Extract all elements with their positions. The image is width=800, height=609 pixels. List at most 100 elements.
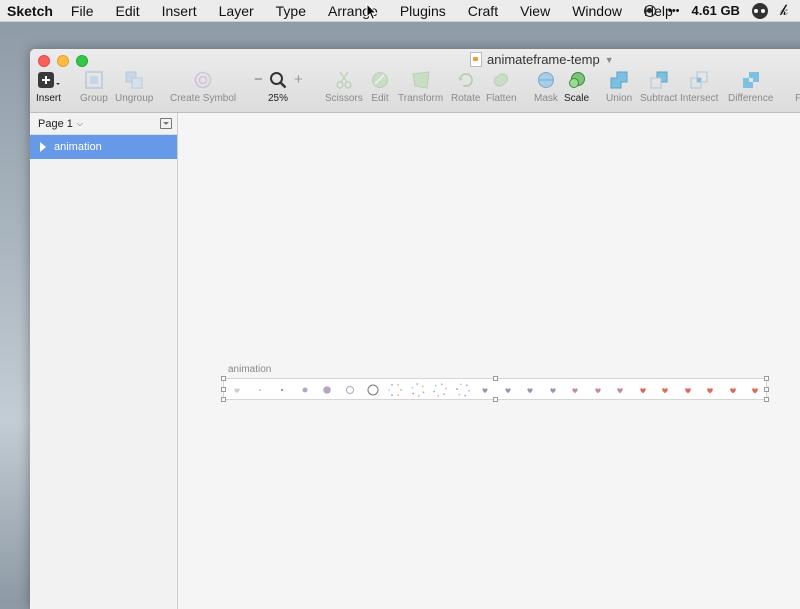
difference-icon bbox=[742, 72, 759, 88]
mask-button[interactable]: Mask bbox=[534, 71, 558, 104]
heart-frame bbox=[730, 388, 736, 394]
window-zoom-button[interactable] bbox=[76, 55, 88, 67]
layer-item-animation[interactable]: animation bbox=[30, 135, 177, 159]
chevron-down-icon: ▼ bbox=[604, 54, 614, 65]
circle-frame bbox=[397, 394, 399, 397]
transform-icon bbox=[412, 71, 430, 89]
scale-icon bbox=[568, 72, 585, 88]
zoom-control[interactable]: 25% bbox=[268, 71, 288, 104]
union-button[interactable]: Union bbox=[606, 71, 632, 104]
edit-button[interactable]: Edit bbox=[371, 71, 389, 104]
circle-frame bbox=[422, 391, 425, 394]
flatten-icon bbox=[494, 73, 509, 87]
circle-frame bbox=[421, 385, 424, 388]
disclosure-triangle-icon[interactable] bbox=[40, 142, 46, 152]
resize-handle-middle-left[interactable] bbox=[221, 387, 226, 392]
resize-handle-bottom-left[interactable] bbox=[221, 397, 226, 402]
circle-frame bbox=[437, 394, 440, 397]
ungroup-icon bbox=[125, 71, 143, 89]
collapse-pages-icon[interactable] bbox=[160, 118, 172, 129]
menu-insert[interactable]: Insert bbox=[162, 3, 197, 19]
resize-handle-bottom-center[interactable] bbox=[493, 397, 498, 402]
menu-view[interactable]: View bbox=[520, 3, 550, 19]
zoom-in-button[interactable]: + bbox=[294, 71, 303, 89]
insert-button[interactable]: Insert bbox=[36, 71, 61, 104]
window-close-button[interactable] bbox=[38, 55, 50, 67]
circle-frame bbox=[416, 383, 419, 385]
menu-craft[interactable]: Craft bbox=[468, 3, 498, 19]
menu-layer[interactable]: Layer bbox=[219, 3, 254, 19]
circle-frame bbox=[397, 383, 399, 386]
circle-frame bbox=[411, 386, 414, 389]
circle-frame bbox=[346, 386, 354, 394]
intersect-button[interactable]: Intersect bbox=[680, 71, 718, 104]
transform-button[interactable]: Transform bbox=[398, 71, 443, 104]
difference-button[interactable]: Difference bbox=[728, 71, 773, 104]
page-selector[interactable]: Page 1 ⌵ bbox=[30, 113, 177, 135]
memory-indicator[interactable]: 4.61 GB bbox=[692, 3, 740, 18]
circle-frame bbox=[433, 390, 436, 393]
flatten-button[interactable]: Flatten bbox=[486, 71, 517, 104]
subtract-icon bbox=[650, 71, 668, 89]
circle-frame bbox=[444, 387, 447, 390]
paperclip-icon[interactable]: 𝓀 bbox=[780, 2, 788, 19]
ungroup-button[interactable]: Ungroup bbox=[115, 71, 153, 104]
create-symbol-button[interactable]: Create Symbol bbox=[170, 71, 236, 104]
circle-frame bbox=[434, 384, 437, 387]
edit-shape-icon bbox=[372, 72, 388, 88]
menu-window[interactable]: Window bbox=[572, 3, 622, 19]
resize-handle-top-right[interactable] bbox=[764, 376, 769, 381]
resize-handle-top-left[interactable] bbox=[221, 376, 226, 381]
window-minimize-button[interactable] bbox=[57, 55, 69, 67]
heart-frame bbox=[662, 388, 668, 394]
magnifier-icon bbox=[270, 72, 287, 89]
group-button[interactable]: Group bbox=[80, 71, 108, 104]
resize-handle-top-center[interactable] bbox=[493, 376, 498, 381]
menu-file[interactable]: File bbox=[71, 3, 94, 19]
heart-frame bbox=[234, 388, 240, 394]
page-name: Page 1 bbox=[38, 117, 73, 130]
rotate-button[interactable]: Rotate bbox=[451, 71, 480, 104]
document-title-text: animateframe-temp bbox=[487, 52, 600, 67]
circle-frame bbox=[388, 389, 390, 391]
subtract-button[interactable]: Subtract bbox=[640, 71, 677, 104]
circle-frame bbox=[280, 388, 284, 392]
artboard-animation[interactable] bbox=[221, 376, 769, 402]
zoom-out-button[interactable]: − bbox=[254, 71, 263, 89]
menu-app-sketch[interactable]: Sketch bbox=[7, 3, 53, 19]
mask-icon bbox=[537, 72, 554, 88]
rotate-icon bbox=[457, 73, 473, 87]
chevron-down-icon: ⌵ bbox=[76, 118, 83, 128]
circle-frame bbox=[468, 390, 470, 392]
resize-handle-middle-right[interactable] bbox=[764, 387, 769, 392]
scale-button[interactable]: Scale bbox=[564, 71, 589, 104]
union-icon bbox=[610, 71, 628, 89]
forward-button-partial[interactable]: Fo bbox=[792, 71, 800, 104]
owl-icon[interactable] bbox=[751, 2, 768, 19]
symbol-icon bbox=[194, 71, 212, 89]
canvas[interactable]: animation bbox=[178, 113, 800, 609]
circle-frame bbox=[459, 383, 462, 386]
heart-frame bbox=[752, 388, 758, 394]
mouse-cursor-icon bbox=[366, 3, 378, 21]
artboard-label[interactable]: animation bbox=[228, 364, 271, 375]
circle-frame bbox=[417, 395, 420, 397]
scissors-icon bbox=[336, 71, 352, 89]
layer-item-label: animation bbox=[54, 141, 102, 153]
screen-record-icon[interactable] bbox=[643, 4, 656, 17]
circle-frame bbox=[400, 389, 402, 391]
menu-edit[interactable]: Edit bbox=[115, 3, 139, 19]
menu-plugins[interactable]: Plugins bbox=[400, 3, 446, 19]
zoom-level: 25% bbox=[268, 93, 289, 104]
circle-frame bbox=[323, 386, 331, 394]
plus-icon bbox=[37, 72, 60, 88]
document-title[interactable]: animateframe-temp ▼ bbox=[470, 52, 614, 67]
titlebar-toolbar: animateframe-temp ▼ Insert Group Ungroup… bbox=[30, 49, 800, 113]
scissors-button[interactable]: Scissors bbox=[325, 71, 363, 104]
resize-handle-bottom-right[interactable] bbox=[764, 397, 769, 402]
more-icon[interactable]: ••• bbox=[668, 5, 680, 17]
circle-frame bbox=[259, 389, 261, 391]
heart-frame bbox=[595, 388, 601, 394]
menu-type[interactable]: Type bbox=[276, 3, 306, 19]
heart-frame bbox=[482, 388, 488, 394]
